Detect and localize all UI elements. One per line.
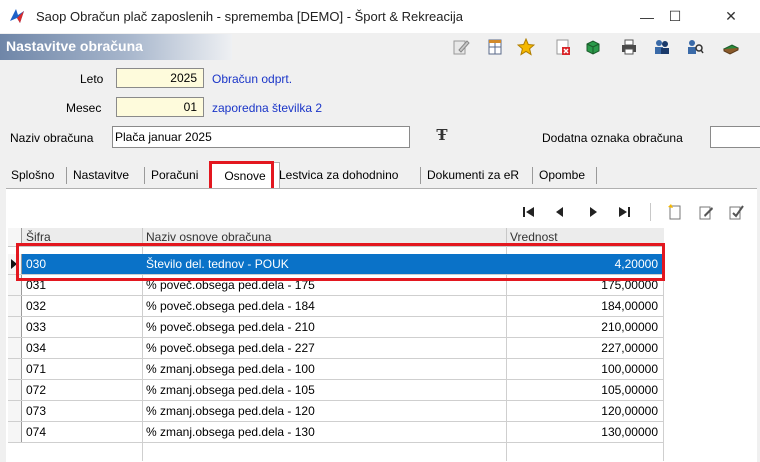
cube-icon[interactable] [583,37,603,57]
table-row[interactable]: 073 % zmanj.obsega ped.dela - 120 120,00… [8,401,664,422]
row-indicator [8,296,22,316]
table-row[interactable]: 034 % poveč.obsega ped.dela - 227 227,00… [8,338,664,359]
table-row[interactable]: 032 % poveč.obsega ped.dela - 184 184,00… [8,296,664,317]
edit-icon[interactable] [451,37,471,57]
tab-poracuni[interactable]: Poračuni [148,164,201,186]
prior-record-icon [556,207,563,217]
new-record-button[interactable] [664,201,686,223]
window-title: Saop Obračun plač zaposlenih - sprememba… [36,9,464,24]
cell-vrednost: 105,00000 [601,383,658,397]
tab-splosno[interactable]: Splošno [8,164,57,186]
edit-record-icon [699,206,713,220]
cell-sifra: 073 [26,404,47,418]
row-indicator [8,401,22,421]
maximize-button[interactable]: ☐ [652,0,698,33]
confirm-record-button[interactable] [725,201,747,223]
cell-sifra: 074 [26,425,47,439]
cell-sifra: 072 [26,383,47,397]
table-row[interactable]: 072 % zmanj.obsega ped.dela - 105 105,00… [8,380,664,401]
row-indicator [8,422,22,442]
row-indicator [8,317,22,337]
first-record-icon [523,207,534,217]
cell-naziv: % poveč.obsega ped.dela - 210 [146,320,315,334]
maximize-icon: ☐ [668,8,682,24]
cell-naziv: % poveč.obsega ped.dela - 184 [146,299,315,313]
cell-sifra: 071 [26,362,47,376]
first-record-button[interactable] [518,201,540,223]
naziv-label: Naziv obračuna [10,131,94,145]
star-icon[interactable] [516,37,536,57]
mesec-label: Mesec [66,101,102,115]
table-row[interactable]: 071 % zmanj.obsega ped.dela - 100 100,00… [8,359,664,380]
row-indicator [8,359,22,379]
cell-naziv: % poveč.obsega ped.dela - 227 [146,341,315,355]
cell-vrednost: 100,00000 [601,362,658,376]
confirm-record-icon [729,205,744,220]
title-bar: Saop Obračun plač zaposlenih - sprememba… [0,0,760,33]
tab-separator [144,167,145,184]
cell-sifra: 032 [26,299,47,313]
selected-row-highlight [16,243,665,281]
column-header-naziv[interactable]: Naziv osnove obračuna [146,230,271,244]
form-title: Nastavitve obračuna [6,38,143,54]
naziv-field[interactable]: Plača januar 2025 [112,126,410,148]
cell-naziv: % zmanj.obsega ped.dela - 130 [146,425,315,439]
cell-sifra: 034 [26,341,47,355]
next-record-button[interactable] [582,201,604,223]
next-record-icon [590,207,597,217]
edit-record-button[interactable] [695,201,717,223]
cell-vrednost: 227,00000 [601,341,658,355]
close-icon: ✕ [725,8,737,24]
new-record-icon [668,204,681,220]
last-record-icon [619,207,630,217]
book-icon[interactable] [721,37,741,57]
cell-vrednost: 130,00000 [601,425,658,439]
print-icon[interactable] [619,37,639,57]
table-row[interactable]: 033 % poveč.obsega ped.dela - 210 210,00… [8,317,664,338]
leto-field[interactable]: 2025 [116,68,204,88]
form-toolbar: Nastavitve obračuna [0,34,760,60]
leto-status-text: Obračun odprt. [212,72,293,86]
tab-nastavitve[interactable]: Nastavitve [70,164,132,186]
cell-naziv: % zmanj.obsega ped.dela - 105 [146,383,315,397]
mesec-field[interactable]: 01 [116,97,204,117]
dodatna-label: Dodatna oznaka obračuna [542,131,683,145]
row-indicator [8,380,22,400]
column-header-sifra[interactable]: Šifra [26,230,51,244]
row-indicator [8,338,22,358]
tab-separator [66,167,67,184]
leto-label: Leto [80,72,104,86]
tab-dokumenti-za-er[interactable]: Dokumenti za eR [424,164,522,186]
dodatna-field[interactable] [710,126,760,148]
tab-separator [420,167,421,184]
column-header-vrednost[interactable]: Vrednost [510,230,558,244]
table-icon[interactable] [485,37,505,57]
close-button[interactable]: ✕ [708,0,754,33]
cell-vrednost: 210,00000 [601,320,658,334]
search-users-icon[interactable] [685,37,705,57]
cell-vrednost: 120,00000 [601,404,658,418]
cell-naziv: % zmanj.obsega ped.dela - 120 [146,404,315,418]
form-title-bar: Nastavitve obračuna [0,34,232,60]
tab-opombe[interactable]: Opombe [536,164,588,186]
navigator-separator [650,203,651,221]
cell-vrednost: 184,00000 [601,299,658,313]
cell-sifra: 033 [26,320,47,334]
tab-lestvica-za-dohodnino[interactable]: Lestvica za dohodnino [276,164,401,186]
last-record-button[interactable] [613,201,635,223]
tab-separator [596,167,597,184]
table-row[interactable]: 074 % zmanj.obsega ped.dela - 130 130,00… [8,422,664,443]
prior-record-button[interactable] [549,201,571,223]
text-format-icon[interactable]: Ŧ [432,126,452,146]
cell-naziv: % zmanj.obsega ped.dela - 100 [146,362,315,376]
app-icon [10,9,24,23]
mesec-status-text: zaporedna številka 2 [212,101,323,115]
close-form-icon[interactable] [553,37,573,57]
tab-separator [532,167,533,184]
users-icon[interactable] [652,37,672,57]
